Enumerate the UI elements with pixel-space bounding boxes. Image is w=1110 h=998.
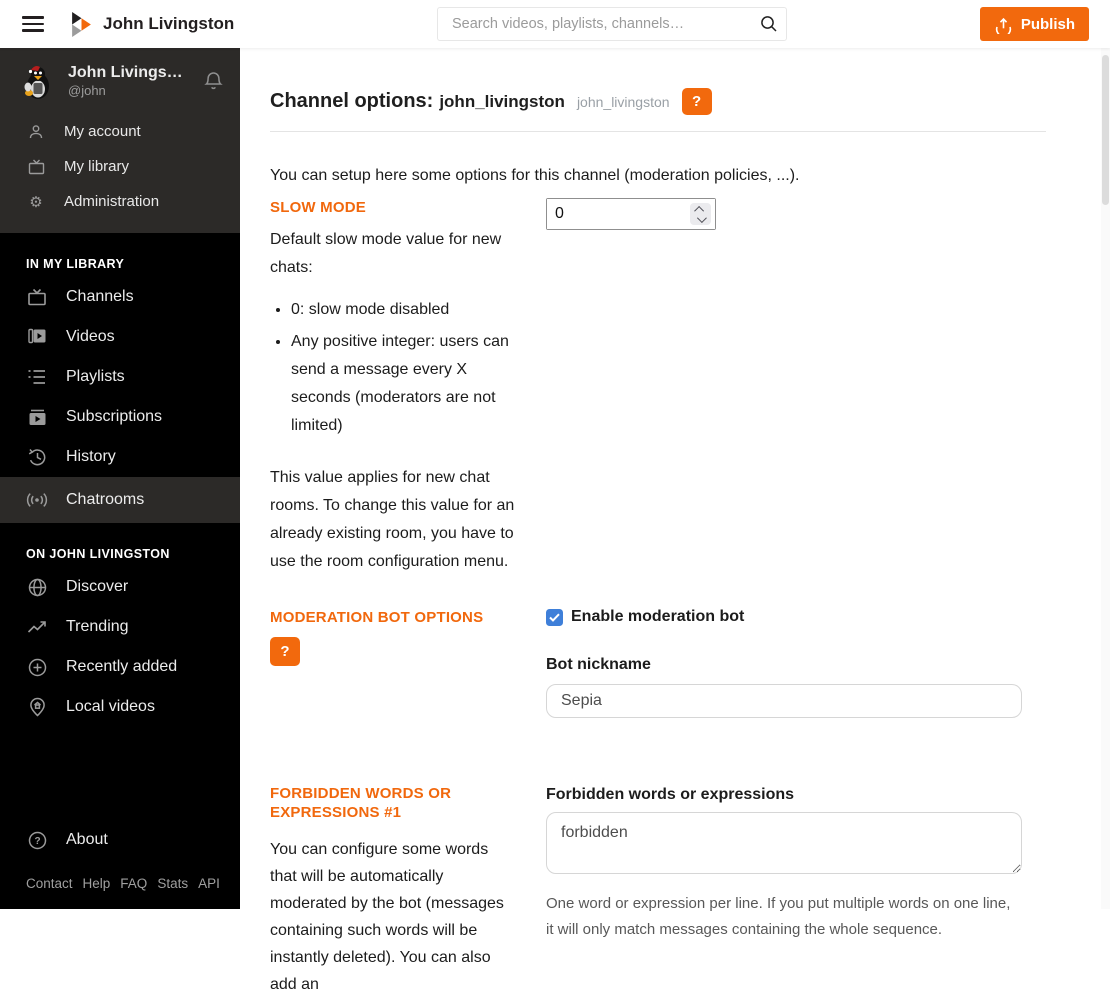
bullet-item: Any positive integer: users can send a m… — [291, 328, 516, 440]
playlists-icon — [26, 369, 48, 385]
account-menu: My account My library ⚙ Administration — [0, 110, 240, 233]
search-input[interactable] — [438, 16, 752, 32]
person-icon — [26, 124, 46, 140]
slow-mode-note: This value applies for new chat rooms. T… — [270, 469, 515, 570]
user-name[interactable]: John Livings… — [68, 64, 197, 82]
chatrooms-broadcast-icon — [26, 492, 48, 508]
sidebar-item-my-account[interactable]: My account — [0, 114, 240, 149]
videos-icon — [26, 328, 48, 346]
forbidden-words-description: You can configure some words that will b… — [270, 841, 504, 993]
scrollbar-track[interactable] — [1101, 48, 1110, 909]
svg-text:?: ? — [34, 836, 40, 847]
link-contact[interactable]: Contact — [26, 876, 73, 891]
forbidden-words-label: Forbidden words or expressions — [546, 786, 795, 803]
bot-nickname-label: Bot nickname — [546, 656, 651, 673]
avatar[interactable] — [18, 62, 56, 100]
sidebar-item-playlists[interactable]: Playlists — [0, 357, 240, 397]
scrollbar-thumb[interactable] — [1102, 55, 1109, 205]
user-handle: @john — [68, 83, 106, 98]
tv-icon — [26, 159, 46, 175]
sidebar: John Livings… @john My account My librar… — [0, 48, 240, 909]
sidebar-footer-links: Contact Help FAQ Stats API — [0, 860, 240, 899]
title-divider — [270, 131, 1046, 132]
enable-bot-label[interactable]: Enable moderation bot — [571, 608, 744, 626]
sidebar-item-administration[interactable]: ⚙ Administration — [0, 184, 240, 219]
link-api[interactable]: API — [198, 876, 220, 891]
channels-icon — [26, 288, 48, 306]
page-title-row: Channel options: john_livingston john_li… — [270, 88, 1046, 115]
map-pin-home-icon — [26, 697, 48, 717]
link-help[interactable]: Help — [83, 876, 111, 891]
question-circle-icon: ? — [26, 831, 48, 850]
user-block[interactable]: John Livings… @john — [0, 48, 240, 110]
sidebar-item-local-videos[interactable]: Local videos — [0, 687, 240, 727]
slow-mode-bullets: 0: slow mode disabled Any positive integ… — [291, 296, 516, 440]
intro-text: You can setup here some options for this… — [270, 167, 800, 184]
enable-bot-checkbox[interactable] — [546, 608, 563, 626]
forbidden-words-header: FORBIDDEN WORDS OR EXPRESSIONS #1 — [270, 785, 452, 821]
search-bar — [437, 7, 787, 41]
slow-mode-number-field — [546, 198, 716, 230]
link-faq[interactable]: FAQ — [120, 876, 147, 891]
library-section-header: IN MY LIBRARY — [26, 257, 125, 271]
enable-bot-row: Enable moderation bot — [546, 608, 1022, 626]
sidebar-item-channels[interactable]: Channels — [0, 277, 240, 317]
channel-help-button[interactable]: ? — [681, 88, 712, 115]
peertube-logo-icon[interactable] — [72, 11, 91, 37]
menu-toggle-icon[interactable] — [22, 16, 44, 32]
sidebar-item-discover[interactable]: Discover — [0, 567, 240, 607]
moderation-bot-section: MODERATION BOT OPTIONS ? Enable moderati… — [270, 608, 1046, 718]
publish-button[interactable]: Publish — [979, 7, 1089, 41]
number-spinner[interactable] — [690, 203, 711, 225]
sidebar-item-recently-added[interactable]: Recently added — [0, 647, 240, 687]
link-stats[interactable]: Stats — [157, 876, 188, 891]
main-content: Channel options: john_livingston john_li… — [240, 48, 1110, 998]
moderation-bot-help-button[interactable]: ? — [270, 637, 300, 666]
sidebar-item-history[interactable]: History — [0, 437, 240, 477]
sidebar-item-about[interactable]: ? About — [0, 820, 240, 860]
sidebar-item-chatrooms[interactable]: Chatrooms — [0, 477, 240, 523]
page-title: Channel options: — [270, 90, 434, 112]
trending-icon — [26, 620, 48, 634]
slow-mode-section: SLOW MODE Default slow mode value for ne… — [270, 198, 1046, 576]
instance-title[interactable]: John Livingston — [103, 14, 234, 34]
gear-icon: ⚙ — [29, 193, 43, 211]
slow-mode-header: SLOW MODE — [270, 199, 366, 216]
slow-mode-description: Default slow mode value for new chats: — [270, 231, 502, 276]
notifications-bell-icon[interactable] — [203, 70, 224, 92]
bot-nickname-input[interactable] — [546, 684, 1022, 718]
sidebar-item-subscriptions[interactable]: Subscriptions — [0, 397, 240, 437]
top-bar: John Livingston Publish — [0, 0, 1110, 48]
forbidden-words-section: FORBIDDEN WORDS OR EXPRESSIONS #1 You ca… — [270, 784, 1046, 998]
instance-section-header: ON JOHN LIVINGSTON — [26, 547, 170, 561]
subscriptions-icon — [26, 409, 48, 426]
moderation-bot-header: MODERATION BOT OPTIONS — [270, 609, 484, 626]
globe-icon — [26, 578, 48, 597]
bullet-item: 0: slow mode disabled — [291, 296, 516, 324]
channel-name: john_livingston — [439, 91, 565, 111]
upload-icon — [995, 17, 1011, 34]
search-icon[interactable] — [752, 7, 786, 41]
circle-plus-icon — [26, 658, 48, 677]
sidebar-item-my-library[interactable]: My library — [0, 149, 240, 184]
sidebar-item-trending[interactable]: Trending — [0, 607, 240, 647]
history-icon — [26, 448, 48, 466]
channel-handle: john_livingston — [576, 93, 670, 110]
check-icon — [549, 613, 560, 622]
forbidden-words-textarea[interactable]: forbidden — [546, 812, 1022, 874]
sidebar-item-videos[interactable]: Videos — [0, 317, 240, 357]
forbidden-words-help: One word or expression per line. If you … — [546, 895, 1011, 938]
